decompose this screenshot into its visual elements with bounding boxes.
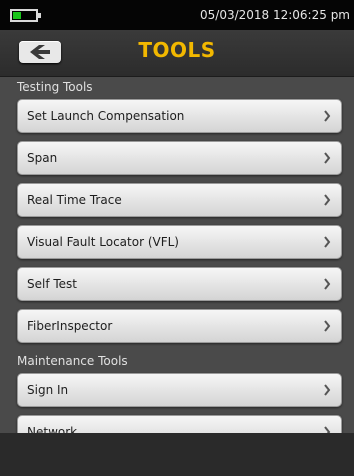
status-bar: 05/03/2018 12:06:25 pm [0, 0, 354, 30]
menu-content[interactable]: Testing Tools Set Launch Compensation Sp… [0, 77, 354, 433]
chevron-right-icon [324, 236, 331, 248]
menu-item-label: Network [27, 425, 78, 433]
menu-item-set-launch-compensation[interactable]: Set Launch Compensation [17, 99, 342, 133]
menu-item-label: Span [27, 151, 58, 165]
menu-item-network[interactable]: Network [17, 415, 342, 433]
menu-item-vfl[interactable]: Visual Fault Locator (VFL) [17, 225, 342, 259]
chevron-right-icon [324, 426, 331, 433]
menu-item-label: Real Time Trace [27, 193, 122, 207]
section-title-testing: Testing Tools [17, 80, 93, 94]
page-title: TOOLS [138, 38, 216, 62]
menu-item-label: Set Launch Compensation [27, 109, 185, 123]
status-datetime: 05/03/2018 12:06:25 pm [200, 8, 350, 22]
battery-nub [38, 13, 41, 18]
menu-item-label: Sign In [27, 383, 69, 397]
chevron-right-icon [324, 384, 331, 396]
menu-item-span[interactable]: Span [17, 141, 342, 175]
chevron-right-icon [324, 278, 331, 290]
footer-bar [0, 433, 354, 476]
menu-item-real-time-trace[interactable]: Real Time Trace [17, 183, 342, 217]
menu-item-fiberinspector[interactable]: FiberInspector [17, 309, 342, 343]
battery-level [13, 12, 21, 19]
chevron-right-icon [324, 152, 331, 164]
menu-item-self-test[interactable]: Self Test [17, 267, 342, 301]
chevron-right-icon [324, 110, 331, 122]
menu-item-sign-in[interactable]: Sign In [17, 373, 342, 407]
chevron-right-icon [324, 320, 331, 332]
chevron-right-icon [324, 194, 331, 206]
menu-item-label: FiberInspector [27, 319, 113, 333]
header-bar: TOOLS [0, 30, 354, 77]
menu-item-label: Self Test [27, 277, 78, 291]
battery-icon [10, 9, 41, 22]
menu-item-label: Visual Fault Locator (VFL) [27, 235, 179, 249]
section-title-maintenance: Maintenance Tools [17, 354, 128, 368]
